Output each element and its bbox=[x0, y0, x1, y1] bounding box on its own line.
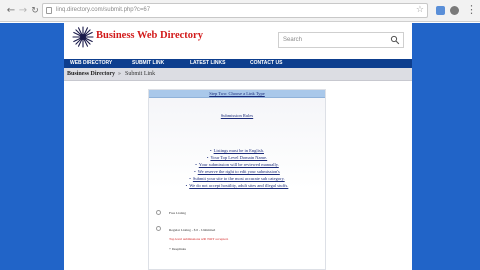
nav-web-directory[interactable]: WEB DIRECTORY bbox=[70, 59, 112, 68]
rule-item: • Listings must be in English. bbox=[149, 148, 325, 154]
breadcrumb-current: Submit Link bbox=[125, 71, 156, 77]
rule-text: Submit your site to the most accurate su… bbox=[192, 176, 285, 181]
extension-icon[interactable] bbox=[450, 6, 459, 15]
bullet-icon: • bbox=[206, 155, 209, 160]
regular-listing-label: Regular Listing - $ 0 - Unlimited bbox=[169, 228, 216, 232]
nav-contact-us[interactable]: CONTACT US bbox=[250, 59, 282, 68]
bullet-icon: • bbox=[195, 162, 197, 167]
forward-arrow-icon[interactable]: → bbox=[17, 5, 29, 17]
rule-item: • Your Top Level Domain Name. bbox=[149, 155, 325, 161]
main-nav: WEB DIRECTORY SUBMIT LINK LATEST LINKS C… bbox=[64, 59, 412, 68]
bullet-icon: • bbox=[194, 169, 196, 174]
back-arrow-icon[interactable]: ← bbox=[5, 5, 17, 17]
logo-burst-icon bbox=[72, 26, 94, 48]
rule-text: We reserve the right to edit your submis… bbox=[197, 169, 280, 174]
free-listing-label: Free Listing bbox=[169, 211, 187, 215]
deeplinks-label: + Deeplinks bbox=[169, 247, 187, 251]
nav-latest-links[interactable]: LATEST LINKS bbox=[190, 59, 225, 68]
rule-item: • We reserve the right to edit your submi… bbox=[149, 169, 325, 175]
listing-warning-note: Top level submissions will NOT accepted. bbox=[169, 237, 229, 241]
search-input[interactable]: Search bbox=[278, 32, 404, 48]
rule-item: • Submit your site to the most accurate s… bbox=[149, 176, 325, 182]
search-placeholder: Search bbox=[283, 37, 303, 43]
step-header: Step Two: Choose a Link Type bbox=[149, 90, 325, 98]
site-container: Business Web Directory Search WEB DIRECT… bbox=[64, 23, 412, 270]
bookmark-star-icon[interactable]: ☆ bbox=[416, 5, 424, 16]
rule-text: We do not accept hostility, adult sites … bbox=[189, 183, 289, 188]
breadcrumb: Business Directory » Submit Link bbox=[64, 68, 412, 81]
site-logo-text[interactable]: Business Web Directory bbox=[96, 30, 203, 42]
rule-text: Your submission will be reviewed manuall… bbox=[198, 162, 279, 167]
bullet-icon: • bbox=[185, 183, 188, 188]
rule-item: • We do not accept hostility, adult sites… bbox=[149, 183, 325, 189]
page-background: Business Web Directory Search WEB DIRECT… bbox=[0, 23, 480, 270]
search-icon[interactable] bbox=[390, 35, 400, 45]
free-listing-radio[interactable] bbox=[156, 210, 161, 215]
breadcrumb-home-link[interactable]: Business Directory bbox=[67, 70, 115, 79]
nav-submit-link[interactable]: SUBMIT LINK bbox=[132, 59, 164, 68]
rule-item: • Your submission will be reviewed manual… bbox=[149, 162, 325, 168]
submission-rules-heading: Submission Rules bbox=[220, 113, 254, 118]
page-icon bbox=[46, 7, 52, 14]
submit-panel: Step Two: Choose a Link Type Submission … bbox=[148, 89, 326, 270]
address-bar-url[interactable]: linq.directory.com/submit.php?c=67 bbox=[56, 6, 150, 15]
bullet-icon: • bbox=[210, 148, 212, 153]
address-bar[interactable]: linq.directory.com/submit.php?c=67 ☆ bbox=[42, 3, 428, 18]
breadcrumb-separator: » bbox=[118, 71, 121, 77]
step-title: Step Two: Choose a Link Type bbox=[209, 91, 265, 96]
browser-toolbar: ← → ↻ linq.directory.com/submit.php?c=67… bbox=[0, 0, 480, 22]
rule-text: Listings must be in English. bbox=[213, 148, 264, 153]
browser-menu-icon[interactable]: ⋮ bbox=[466, 4, 477, 16]
bullet-icon: • bbox=[189, 176, 191, 181]
regular-listing-radio[interactable] bbox=[156, 226, 161, 231]
reload-icon[interactable]: ↻ bbox=[29, 5, 41, 17]
site-header: Business Web Directory Search bbox=[64, 23, 412, 59]
rule-text: Your Top Level Domain Name. bbox=[210, 155, 268, 160]
extension-icon[interactable] bbox=[436, 6, 445, 15]
